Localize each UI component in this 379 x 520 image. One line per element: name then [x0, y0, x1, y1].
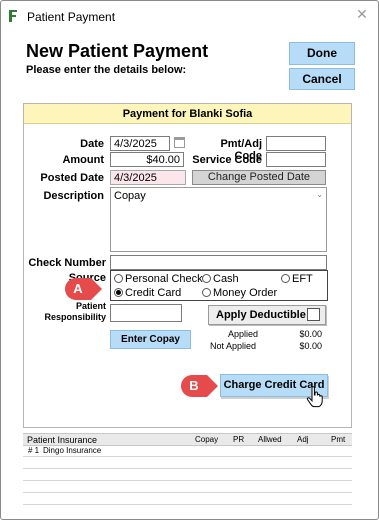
applied-value: $0.00 [299, 329, 322, 339]
radio-icon [114, 274, 123, 283]
window-title: Patient Payment [27, 10, 116, 24]
source-personal-check[interactable]: Personal Check [114, 273, 203, 285]
insurance-grid-header: Patient Insurance Copay PR Allwed Adj Pm… [23, 433, 352, 446]
source-radio-group: Personal Check Cash EFT Credit Card Mone… [110, 270, 328, 301]
check-number-field[interactable] [110, 255, 327, 270]
close-icon[interactable]: ✕ [354, 6, 370, 24]
table-row[interactable]: # 1 Dingo Insurance [23, 446, 352, 457]
source-credit-card[interactable]: Credit Card [114, 287, 181, 299]
app-icon [9, 10, 17, 22]
table-row[interactable] [23, 494, 352, 505]
pmt-adj-code-field[interactable] [266, 136, 326, 151]
col-allowed: Allwed [258, 435, 282, 444]
description-field[interactable]: Copay ⌄ [110, 187, 327, 252]
col-patient-insurance: Patient Insurance [27, 435, 98, 445]
apply-deductible-button[interactable]: Apply Deductible [208, 305, 326, 325]
row-insurance-name: Dingo Insurance [43, 446, 102, 455]
change-posted-date-button[interactable]: Change Posted Date [192, 170, 326, 185]
date-label: Date [80, 138, 104, 150]
posted-date-label: Posted Date [40, 172, 104, 184]
amount-field[interactable]: $40.00 [110, 152, 184, 167]
check-number-label: Check Number [28, 257, 106, 269]
description-text: Copay [114, 190, 146, 202]
source-money-order[interactable]: Money Order [202, 287, 277, 299]
col-copay: Copay [195, 435, 219, 444]
done-button[interactable]: Done [289, 42, 355, 65]
patient-responsibility-label-1: Patient [75, 301, 106, 311]
calendar-icon[interactable] [174, 137, 185, 148]
patient-responsibility-label-2: Responsibility [44, 312, 106, 322]
not-applied-label: Not Applied [210, 341, 257, 351]
posted-date-field[interactable]: 4/3/2025 [110, 170, 186, 185]
callout-a: A [65, 278, 102, 300]
date-field[interactable]: 4/3/2025 [110, 136, 170, 151]
radio-icon [281, 274, 290, 283]
page-subtitle: Please enter the details below: [26, 64, 187, 76]
scroll-arrow-icon[interactable]: ⌄ [316, 190, 323, 199]
table-row[interactable] [23, 458, 352, 469]
source-cash[interactable]: Cash [202, 273, 239, 285]
table-row[interactable] [23, 470, 352, 481]
col-pr: PR [233, 435, 245, 444]
service-code-label: Service Code [192, 154, 262, 166]
enter-copay-button[interactable]: Enter Copay [110, 330, 191, 349]
radio-icon [202, 288, 211, 297]
patient-responsibility-field[interactable] [110, 304, 182, 322]
panel-title: Payment for Blanki Sofia [24, 104, 351, 124]
service-code-field[interactable] [266, 152, 326, 167]
col-pmt: Pmt [331, 435, 346, 444]
apply-deductible-label: Apply Deductible [216, 309, 306, 321]
table-row[interactable] [23, 482, 352, 493]
applied-label: Applied [228, 329, 259, 339]
not-applied-value: $0.00 [299, 341, 322, 351]
description-label: Description [43, 190, 104, 202]
amount-label: Amount [62, 154, 104, 166]
callout-b: B [181, 375, 218, 397]
apply-deductible-checkbox[interactable] [307, 308, 320, 321]
col-adj: Adj [297, 435, 309, 444]
radio-icon [202, 274, 211, 283]
radio-checked-icon [114, 288, 123, 297]
cursor-hand-icon [306, 386, 323, 408]
cancel-button[interactable]: Cancel [289, 68, 355, 90]
row-number: # 1 [28, 446, 40, 455]
source-eft[interactable]: EFT [281, 273, 313, 285]
page-title: New Patient Payment [26, 41, 209, 61]
